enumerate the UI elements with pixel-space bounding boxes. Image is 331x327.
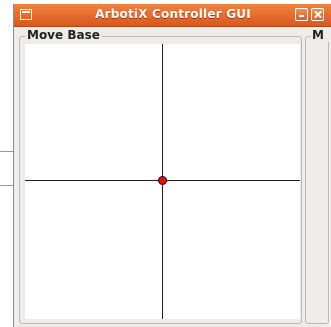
second-panel-label: M [311,28,331,42]
joystick-handle[interactable] [158,176,167,185]
close-icon[interactable] [311,8,324,21]
move-base-joystick-canvas[interactable] [25,44,300,319]
background-line-top [0,151,14,152]
second-panel-frame [305,36,329,324]
background-line-bottom [0,185,14,186]
move-base-label: Move Base [25,28,102,42]
app-window: ArbotiX Controller GUI Move Base M [13,4,331,327]
title-bar[interactable]: ArbotiX Controller GUI [14,4,331,27]
minimize-icon[interactable] [295,8,308,21]
window-title: ArbotiX Controller GUI [95,7,251,21]
